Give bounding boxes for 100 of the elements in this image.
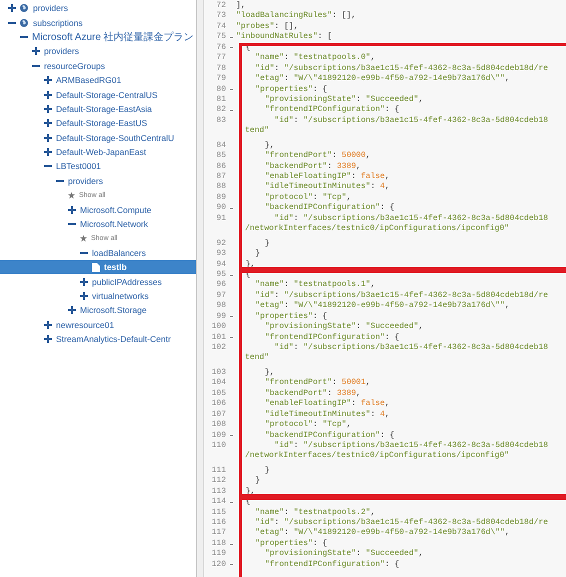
expand-icon[interactable] bbox=[44, 76, 52, 84]
code-line: "probes": [], bbox=[236, 22, 298, 32]
expand-icon[interactable] bbox=[80, 278, 88, 286]
expand-icon[interactable] bbox=[44, 104, 52, 113]
tree-item-label: Default-Storage-EastUS bbox=[56, 118, 148, 128]
code-line: "id": "/subscriptions/b3ae1c15-4fef-4362-8c3a-5d804cdeb18d/re bbox=[254, 64, 548, 74]
expand-icon[interactable] bbox=[68, 306, 76, 314]
code-line: tend" bbox=[245, 126, 270, 136]
line-number: 113 bbox=[210, 486, 226, 498]
tree-item[interactable]: Microsoft.Compute bbox=[0, 202, 196, 217]
line-number: 105 bbox=[210, 388, 226, 400]
code-line: }, bbox=[264, 140, 274, 151]
expand-icon[interactable] bbox=[8, 4, 16, 12]
code-line: "loadBalancingRules": [], bbox=[236, 11, 356, 22]
line-number: 81 bbox=[215, 94, 226, 106]
tree-item[interactable]: Default-Web-JapanEast bbox=[0, 144, 196, 160]
tree-item-label: Microsoft.Compute bbox=[80, 204, 152, 215]
code-line: "id": "/subscriptions/b3ae1c15-4fef-4362-8c3a-5d804cdeb18 bbox=[273, 214, 548, 224]
tree-item[interactable]: LBTest0001 bbox=[0, 159, 196, 174]
line-number: 88 bbox=[215, 182, 226, 193]
tree-item[interactable]: Default-Storage-CentralUS bbox=[0, 87, 196, 102]
expand-icon[interactable] bbox=[44, 148, 52, 156]
tree-item[interactable]: loadBalancers bbox=[0, 246, 196, 260]
expand-icon[interactable] bbox=[68, 206, 76, 214]
code-line: "provisioningState": "Succeeded", bbox=[264, 322, 424, 333]
tree-item[interactable]: Default-Storage-EastUS bbox=[0, 116, 196, 131]
gear-icon bbox=[80, 234, 87, 242]
line-number: 102 bbox=[210, 343, 226, 354]
line-number: 76 bbox=[215, 42, 226, 54]
expand-icon[interactable] bbox=[44, 134, 52, 142]
code-line: "backendPort": 3389, bbox=[264, 388, 361, 399]
tree-item[interactable]: testlb bbox=[0, 260, 196, 274]
line-number: 80 bbox=[215, 84, 226, 95]
code-line: "id": "/subscriptions/b3ae1c15-4fef-4362-8c3a-5d804cdeb18 bbox=[273, 440, 548, 451]
tree-item[interactable]: Default-Storage-EastAsia bbox=[0, 102, 196, 116]
line-number: 86 bbox=[215, 162, 226, 172]
tree-item[interactable]: subscriptions bbox=[0, 15, 196, 30]
tree-item-label: providers bbox=[33, 3, 68, 14]
gear-icon bbox=[68, 192, 75, 199]
line-number: 99 bbox=[215, 312, 226, 322]
tree-item[interactable]: newresource01 bbox=[0, 318, 196, 332]
line-number: 84 bbox=[215, 140, 226, 152]
code-line: "frontendIPConfiguration": { bbox=[264, 332, 400, 343]
code-line: "backendPort": 3389, bbox=[264, 162, 361, 172]
tree-item[interactable]: Microsoft.Network bbox=[0, 216, 196, 232]
tree-item-label: Default-Storage-SouthCentralU bbox=[56, 132, 174, 143]
expand-icon[interactable] bbox=[32, 47, 40, 56]
line-number: 77 bbox=[215, 53, 226, 64]
code-line: "name": "testnatpools.1", bbox=[254, 280, 376, 291]
line-number: 108 bbox=[210, 420, 226, 430]
code-line: "idleTimeoutInMinutes": 4, bbox=[264, 410, 390, 420]
tree-item[interactable]: Microsoft.Storage bbox=[0, 303, 196, 318]
code-line: "frontendPort": 50001, bbox=[264, 378, 370, 389]
code-line: "etag": "W/\"41892120-e99b-4f50-a792-14e9b73a176d\"", bbox=[254, 528, 510, 539]
code-line: } bbox=[264, 466, 270, 476]
tree-item[interactable]: providers bbox=[0, 174, 196, 188]
line-number: 87 bbox=[215, 172, 226, 182]
tree-item[interactable]: providers bbox=[0, 1, 196, 16]
tree-item-label: virtualnetworks bbox=[92, 291, 149, 301]
code-line: "backendIPConfiguration": { bbox=[264, 430, 394, 441]
tree-item[interactable]: resourceGroups bbox=[0, 58, 196, 73]
tree-item[interactable]: ARMBasedRG01 bbox=[0, 72, 196, 88]
tree-item[interactable]: StreamAnalytics-Default-Centr bbox=[0, 332, 196, 346]
line-number: 104 bbox=[210, 378, 226, 389]
tree-item-label: Default-Storage-CentralUS bbox=[56, 90, 158, 100]
expand-icon[interactable] bbox=[44, 119, 52, 128]
code-line: "etag": "W/\"41892120-e99b-4f50-a792-14e9b73a176d\"", bbox=[254, 74, 510, 84]
line-number: 75 bbox=[215, 32, 226, 43]
file-icon bbox=[92, 262, 100, 272]
line-number: 106 bbox=[210, 399, 226, 410]
code-line: "inboundNatRules": [ bbox=[236, 32, 332, 43]
line-number: 74 bbox=[215, 22, 226, 32]
tree-item-label: Microsoft.Storage bbox=[80, 305, 147, 316]
tree-item[interactable]: publicIPAddresses bbox=[0, 274, 196, 289]
code-line: "idleTimeoutInMinutes": 4, bbox=[264, 182, 390, 193]
tree-item-label: Microsoft.Network bbox=[80, 219, 148, 230]
line-number: 83 bbox=[215, 116, 226, 126]
code-line: "id": "/subscriptions/b3ae1c15-4fef-4362-8c3a-5d804cdeb18 bbox=[273, 116, 548, 126]
code-line: "properties": { bbox=[254, 538, 328, 549]
line-number: 82 bbox=[215, 105, 226, 116]
globe-icon bbox=[20, 4, 28, 12]
code-line: } bbox=[254, 476, 260, 487]
expand-icon[interactable] bbox=[44, 90, 52, 99]
expand-icon[interactable] bbox=[44, 335, 52, 344]
line-number: 98 bbox=[215, 301, 226, 312]
tree-item[interactable]: virtualnetworks bbox=[0, 288, 196, 304]
tree-item[interactable]: Default-Storage-SouthCentralU bbox=[0, 130, 196, 145]
tree-item[interactable]: providers bbox=[0, 44, 196, 59]
tree-item-label: Microsoft Azure 社内従量課金プラン bbox=[32, 30, 194, 44]
expand-icon[interactable] bbox=[80, 292, 88, 300]
line-number: 117 bbox=[210, 528, 226, 539]
code-line: "etag": "W/\"41892120-e99b-4f50-a792-14e9b73a176d\"", bbox=[254, 301, 510, 312]
code-line: "id": "/subscriptions/b3ae1c15-4fef-4362-8c3a-5d804cdeb18d/re bbox=[254, 290, 548, 301]
expand-icon[interactable] bbox=[44, 320, 52, 329]
code-line: /networkInterfaces/testnic0/ipConfigurations/ipconfig0" bbox=[245, 451, 510, 460]
line-number: 112 bbox=[210, 476, 226, 487]
tree-item-label: providers bbox=[44, 46, 79, 56]
tree-item-label: Default-Web-JapanEast bbox=[56, 147, 146, 158]
tree-item[interactable]: Microsoft Azure 社内従量課金プラン bbox=[0, 30, 196, 44]
globe-icon bbox=[20, 18, 28, 27]
